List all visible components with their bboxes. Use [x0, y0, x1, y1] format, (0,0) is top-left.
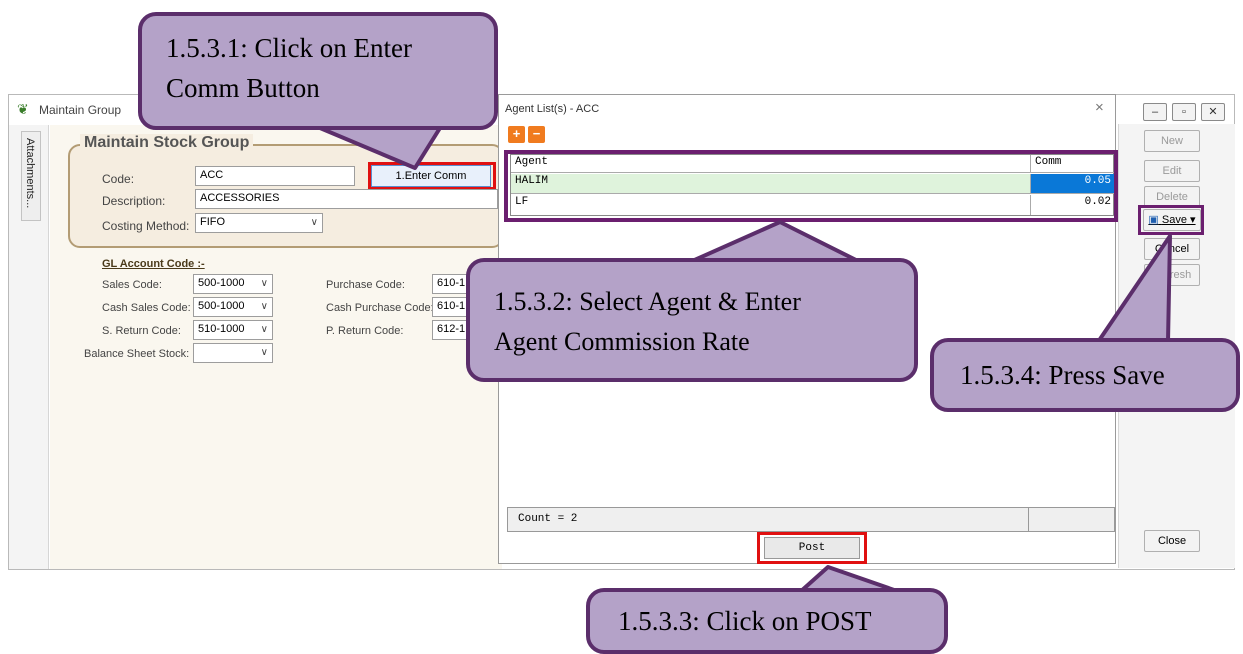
- callout-2-line2: Agent Commission Rate: [494, 327, 750, 356]
- callout-1-line1: 1.5.3.1: Click on Enter: [166, 33, 412, 63]
- callout-4-pointer: [1096, 234, 1172, 344]
- callout-1: 1.5.3.1: Click on Enter Comm Button: [138, 12, 498, 130]
- callout-1-line2: Comm Button: [166, 73, 320, 103]
- callout-1-pointer: [318, 126, 442, 170]
- callout-2-pointer: [688, 220, 862, 264]
- callout-2: 1.5.3.2: Select Agent & Enter Agent Comm…: [466, 258, 918, 382]
- callout-2-line1: 1.5.3.2: Select Agent & Enter: [494, 287, 801, 316]
- callout-4: 1.5.3.4: Press Save: [930, 338, 1240, 412]
- callout-3: 1.5.3.3: Click on POST: [586, 588, 948, 654]
